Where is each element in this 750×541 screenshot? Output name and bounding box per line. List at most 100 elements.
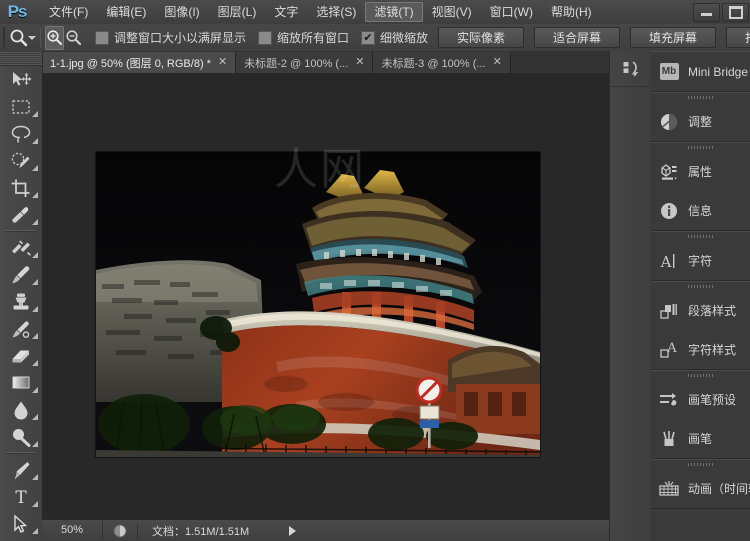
- menu-select[interactable]: 选择(S): [307, 2, 365, 22]
- scrubby-zoom-checkbox[interactable]: ✔ 细微缩放: [361, 29, 428, 46]
- panel-label: 字符: [688, 254, 713, 268]
- blur-tool[interactable]: [0, 396, 42, 423]
- zoom-tool-icon[interactable]: [9, 27, 28, 49]
- panel-brush-presets[interactable]: 画笔预设: [651, 380, 750, 419]
- tab-label: 未标题-2 @ 100% (...: [244, 57, 349, 70]
- move-tool[interactable]: [0, 66, 42, 93]
- options-separator: [40, 27, 41, 48]
- panel-mini-bridge[interactable]: Mb Mini Bridge: [651, 52, 750, 91]
- tool-submenu-indicator: [32, 387, 38, 393]
- status-menu-arrow-icon[interactable]: [289, 525, 297, 536]
- fit-screen-button[interactable]: 适合屏幕: [534, 27, 621, 48]
- quick-selection-tool[interactable]: [0, 147, 42, 174]
- tool-submenu-indicator: [32, 474, 38, 480]
- dock-section-handle[interactable]: [651, 282, 750, 291]
- menu-layer[interactable]: 图层(L): [209, 2, 266, 22]
- dock-section-adjustments: 调整: [651, 92, 750, 142]
- brush-tool[interactable]: [0, 261, 42, 288]
- panel-animation-timeline[interactable]: 动画（时间轴: [651, 469, 750, 508]
- panel-label: 画笔预设: [688, 393, 737, 407]
- panel-character[interactable]: A 字符: [651, 241, 750, 280]
- zoom-all-windows-label: 缩放所有窗口: [277, 31, 350, 45]
- panel-adjustments[interactable]: 调整: [651, 102, 750, 141]
- dock-section-handle[interactable]: [651, 232, 750, 241]
- info-icon: [657, 199, 681, 223]
- tool-submenu-indicator: [32, 360, 38, 366]
- menu-type[interactable]: 文字: [265, 2, 307, 22]
- dock-section-handle[interactable]: [651, 143, 750, 152]
- eyedropper-tool[interactable]: [0, 201, 42, 228]
- tools-panel-grip[interactable]: [0, 51, 42, 66]
- menu-items: 文件(F) 编辑(E) 图像(I) 图层(L) 文字 选择(S) 滤镜(T) 视…: [40, 0, 601, 24]
- zoom-all-windows-checkbox[interactable]: 缩放所有窗口: [258, 29, 349, 46]
- history-brush-tool[interactable]: [0, 315, 42, 342]
- panel-character-styles[interactable]: A 字符样式: [651, 330, 750, 369]
- document-thumbnail-icon[interactable]: [103, 523, 138, 538]
- tool-submenu-indicator: [32, 279, 38, 285]
- adjustments-icon: [657, 110, 681, 134]
- mini-bridge-badge: Mb: [659, 63, 679, 80]
- menu-window[interactable]: 窗口(W): [481, 2, 542, 22]
- pen-tool[interactable]: [0, 456, 42, 483]
- zoom-level[interactable]: 50%: [42, 521, 103, 540]
- fill-screen-button[interactable]: 填充屏幕: [630, 27, 717, 48]
- photoshop-window: Ps 文件(F) 编辑(E) 图像(I) 图层(L) 文字 选择(S) 滤镜(T…: [0, 0, 750, 541]
- panel-info[interactable]: 信息: [651, 191, 750, 230]
- tool-preset-chevron-down-icon[interactable]: [28, 27, 36, 49]
- menu-image[interactable]: 图像(I): [155, 2, 208, 22]
- gradient-tool[interactable]: [0, 369, 42, 396]
- path-selection-tool[interactable]: [0, 510, 42, 537]
- document-image[interactable]: [96, 152, 540, 457]
- dodge-tool[interactable]: [0, 423, 42, 450]
- panel-label: 调整: [688, 115, 713, 129]
- clone-stamp-tool[interactable]: [0, 288, 42, 315]
- eraser-tool[interactable]: [0, 342, 42, 369]
- minimize-button[interactable]: [693, 2, 720, 22]
- panel-label: 属性: [688, 165, 713, 179]
- menu-edit[interactable]: 编辑(E): [97, 2, 155, 22]
- canvas-area[interactable]: 人网: [42, 73, 609, 519]
- tool-submenu-indicator: [32, 528, 38, 534]
- dock-section-mini-bridge: Mb Mini Bridge: [651, 51, 750, 92]
- print-size-button[interactable]: 打印尺寸: [726, 27, 750, 48]
- menu-file[interactable]: 文件(F): [40, 2, 97, 22]
- grip-dots-icon: [687, 463, 714, 466]
- tab-1-1-jpg[interactable]: 1-1.jpg @ 50% (图层 0, RGB/8) * ✕: [42, 52, 237, 73]
- type-tool[interactable]: T: [0, 483, 42, 510]
- resize-windows-to-fit-checkbox[interactable]: 调整窗口大小以满屏显示: [95, 29, 246, 46]
- close-icon[interactable]: ✕: [493, 57, 502, 68]
- menu-filter[interactable]: 滤镜(T): [365, 2, 423, 22]
- tools-panel: T: [0, 51, 43, 541]
- mini-bridge-icon: Mb: [657, 60, 681, 84]
- maximize-button[interactable]: [722, 2, 749, 22]
- close-icon[interactable]: ✕: [218, 57, 227, 68]
- tools-divider-2: [6, 452, 36, 454]
- zoom-out-button[interactable]: [64, 26, 83, 50]
- collapse-panels-icon[interactable]: [610, 51, 652, 87]
- dock-section-character: A 字符: [651, 231, 750, 281]
- lasso-tool[interactable]: [0, 120, 42, 147]
- close-icon[interactable]: ✕: [355, 57, 364, 68]
- tab-untitled-3[interactable]: 未标题-3 @ 100% (... ✕: [373, 52, 511, 73]
- spot-healing-brush-tool[interactable]: [0, 234, 42, 261]
- brush-icon: [657, 427, 681, 451]
- panel-paragraph-styles[interactable]: 段落样式: [651, 291, 750, 330]
- actual-pixels-button[interactable]: 实际像素: [438, 27, 525, 48]
- panel-label: Mini Bridge: [688, 64, 749, 79]
- zoom-in-button[interactable]: [45, 25, 64, 50]
- menu-view[interactable]: 视图(V): [423, 2, 481, 22]
- panel-brush[interactable]: 画笔: [651, 419, 750, 458]
- panel-properties[interactable]: 属性: [651, 152, 750, 191]
- menu-help[interactable]: 帮助(H): [542, 2, 601, 22]
- dock-section-handle[interactable]: [651, 93, 750, 102]
- crop-tool[interactable]: [0, 174, 42, 201]
- document-size-info: 文档：1.51M/1.51M: [152, 525, 250, 538]
- dock-section-animation: 动画（时间轴: [651, 459, 750, 509]
- dock-section-handle[interactable]: [651, 371, 750, 380]
- panel-label: 画笔: [688, 432, 713, 446]
- dock-section-handle[interactable]: [651, 460, 750, 469]
- options-bar-grip[interactable]: [3, 26, 5, 49]
- rectangular-marquee-tool[interactable]: [0, 93, 42, 120]
- tab-untitled-2[interactable]: 未标题-2 @ 100% (... ✕: [236, 52, 374, 73]
- grip-dots-icon: [687, 374, 714, 377]
